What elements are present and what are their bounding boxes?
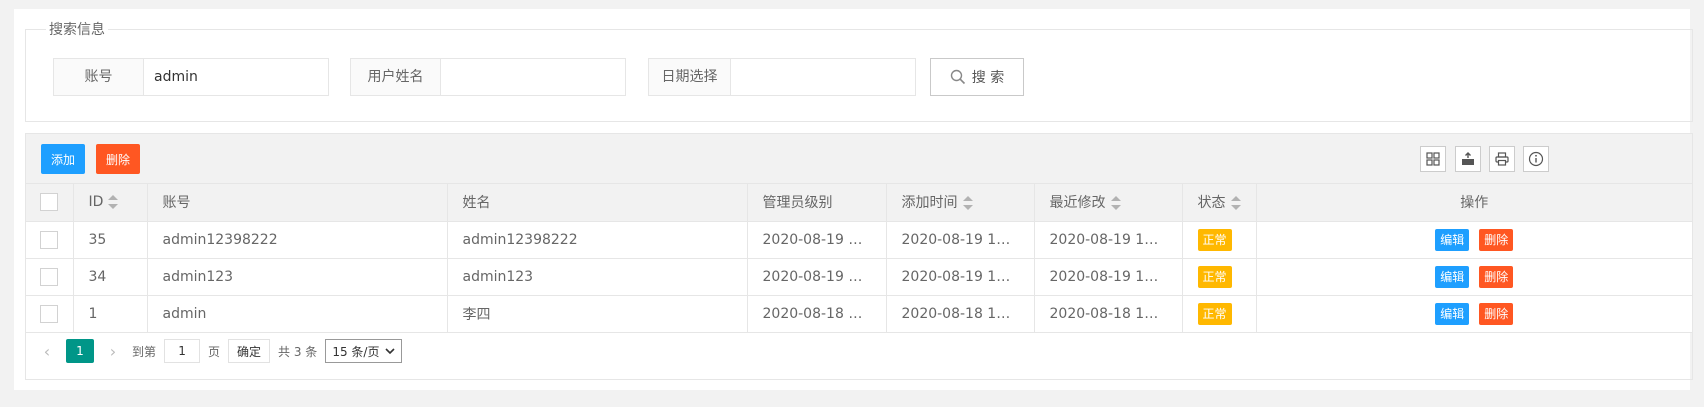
username-field: 用户姓名 xyxy=(350,58,626,96)
cell-modified: 2020-08-19 18:03:26 xyxy=(1034,258,1183,296)
goto-page-input[interactable] xyxy=(164,339,201,363)
columns-icon[interactable] xyxy=(1420,146,1446,172)
header-status[interactable]: 状态 xyxy=(1182,184,1257,222)
table-toolbar: 添加 删除 xyxy=(26,134,1692,184)
edit-button[interactable]: 编辑 xyxy=(1435,302,1470,325)
pagination: ‹ 1 › 到第 页 确定 共 3 条 15 条/页 xyxy=(26,333,1692,370)
cell-status: 正常 xyxy=(1182,258,1257,296)
edit-button[interactable]: 编辑 xyxy=(1435,265,1470,288)
table-row: 1 admin 李四 2020-08-18 16:3... 2020-08-18… xyxy=(26,295,1692,333)
page-size-value: 15 条/页 xyxy=(332,344,380,359)
cell-id: 1 xyxy=(73,295,148,333)
table-row: 34 admin123 admin123 2020-08-19 18:0... … xyxy=(26,258,1692,296)
delete-button[interactable]: 删除 xyxy=(1479,302,1514,325)
date-field: 日期选择 xyxy=(648,58,916,96)
search-panel: 搜索信息 账号 用户姓名 日期选择 搜 索 xyxy=(25,20,1693,122)
cell-id: 34 xyxy=(73,258,148,296)
sort-icon[interactable] xyxy=(962,196,973,211)
date-label: 日期选择 xyxy=(649,59,731,95)
cell-ops: 编辑 删除 xyxy=(1256,295,1692,333)
info-icon[interactable] xyxy=(1523,146,1549,172)
select-all-checkbox[interactable] xyxy=(40,193,59,212)
chevron-down-icon xyxy=(385,348,396,355)
table-panel: 添加 删除 ID 账号 姓名 管理员级别 添加时间 最近修改 状态 操作 35 … xyxy=(25,133,1693,380)
username-input[interactable] xyxy=(441,59,625,95)
cell-name: admin12398222 xyxy=(447,221,748,259)
header-account: 账号 xyxy=(147,184,448,222)
row-checkbox[interactable] xyxy=(40,230,59,249)
admin-table: ID 账号 姓名 管理员级别 添加时间 最近修改 状态 操作 35 admin1… xyxy=(26,184,1692,333)
header-id[interactable]: ID xyxy=(73,184,148,222)
export-icon[interactable] xyxy=(1455,146,1481,172)
cell-name: admin123 xyxy=(447,258,748,296)
search-button[interactable]: 搜 索 xyxy=(930,58,1024,96)
main-card: 搜索信息 账号 用户姓名 日期选择 搜 索 添加 删除 xyxy=(14,9,1693,390)
print-icon[interactable] xyxy=(1489,146,1515,172)
account-field: 账号 xyxy=(53,58,329,96)
edit-button[interactable]: 编辑 xyxy=(1435,228,1470,251)
total-count: 共 3 条 xyxy=(278,344,318,359)
next-page-icon[interactable]: › xyxy=(102,342,124,361)
batch-delete-button[interactable]: 删除 xyxy=(96,144,141,174)
status-badge: 正常 xyxy=(1197,265,1232,288)
account-input[interactable] xyxy=(144,59,328,95)
table-row: 35 admin12398222 admin12398222 2020-08-1… xyxy=(26,221,1692,259)
cell-level: 2020-08-19 18:0... xyxy=(747,258,887,296)
search-legend: 搜索信息 xyxy=(46,20,108,40)
header-level: 管理员级别 xyxy=(747,184,887,222)
goto-confirm-button[interactable]: 确定 xyxy=(228,339,271,363)
sort-icon[interactable] xyxy=(1230,196,1241,211)
current-page[interactable]: 1 xyxy=(66,339,94,363)
cell-modified: 2020-08-18 16:37:55 xyxy=(1034,295,1183,333)
status-badge: 正常 xyxy=(1197,228,1232,251)
cell-level: 2020-08-19 18:0... xyxy=(747,221,887,259)
cell-level: 2020-08-18 16:3... xyxy=(747,295,887,333)
cell-status: 正常 xyxy=(1182,295,1257,333)
page-suffix: 页 xyxy=(208,344,221,359)
header-added[interactable]: 添加时间 xyxy=(886,184,1035,222)
select-all-cell xyxy=(26,184,74,222)
sort-icon[interactable] xyxy=(1110,196,1121,211)
account-label: 账号 xyxy=(54,59,144,95)
cell-added: 2020-08-19 18:03:26 xyxy=(886,258,1035,296)
cell-name: 李四 xyxy=(447,295,748,333)
table-header-row: ID 账号 姓名 管理员级别 添加时间 最近修改 状态 操作 xyxy=(26,184,1692,222)
status-badge: 正常 xyxy=(1197,302,1232,325)
row-checkbox[interactable] xyxy=(40,304,59,323)
cell-added: 2020-08-19 18:08:54 xyxy=(886,221,1035,259)
cell-added: 2020-08-18 16:37:55 xyxy=(886,295,1035,333)
cell-account: admin12398222 xyxy=(147,221,448,259)
search-button-label: 搜 索 xyxy=(971,70,1005,86)
prev-page-icon[interactable]: ‹ xyxy=(36,342,58,361)
cell-ops: 编辑 删除 xyxy=(1256,258,1692,296)
cell-ops: 编辑 删除 xyxy=(1256,221,1692,259)
sort-icon[interactable] xyxy=(108,195,119,210)
header-modified[interactable]: 最近修改 xyxy=(1034,184,1183,222)
delete-button[interactable]: 删除 xyxy=(1479,228,1514,251)
username-label: 用户姓名 xyxy=(351,59,441,95)
cell-id: 35 xyxy=(73,221,148,259)
cell-account: admin123 xyxy=(147,258,448,296)
date-input[interactable] xyxy=(731,59,915,95)
cell-status: 正常 xyxy=(1182,221,1257,259)
page-size-select[interactable]: 15 条/页 xyxy=(325,339,403,363)
goto-label: 到第 xyxy=(132,344,157,359)
add-button[interactable]: 添加 xyxy=(41,144,86,174)
delete-button[interactable]: 删除 xyxy=(1479,265,1514,288)
search-icon xyxy=(950,69,965,85)
header-ops: 操作 xyxy=(1256,184,1692,222)
row-checkbox[interactable] xyxy=(40,267,59,286)
cell-modified: 2020-08-19 18:08:54 xyxy=(1034,221,1183,259)
cell-account: admin xyxy=(147,295,448,333)
header-name: 姓名 xyxy=(447,184,748,222)
